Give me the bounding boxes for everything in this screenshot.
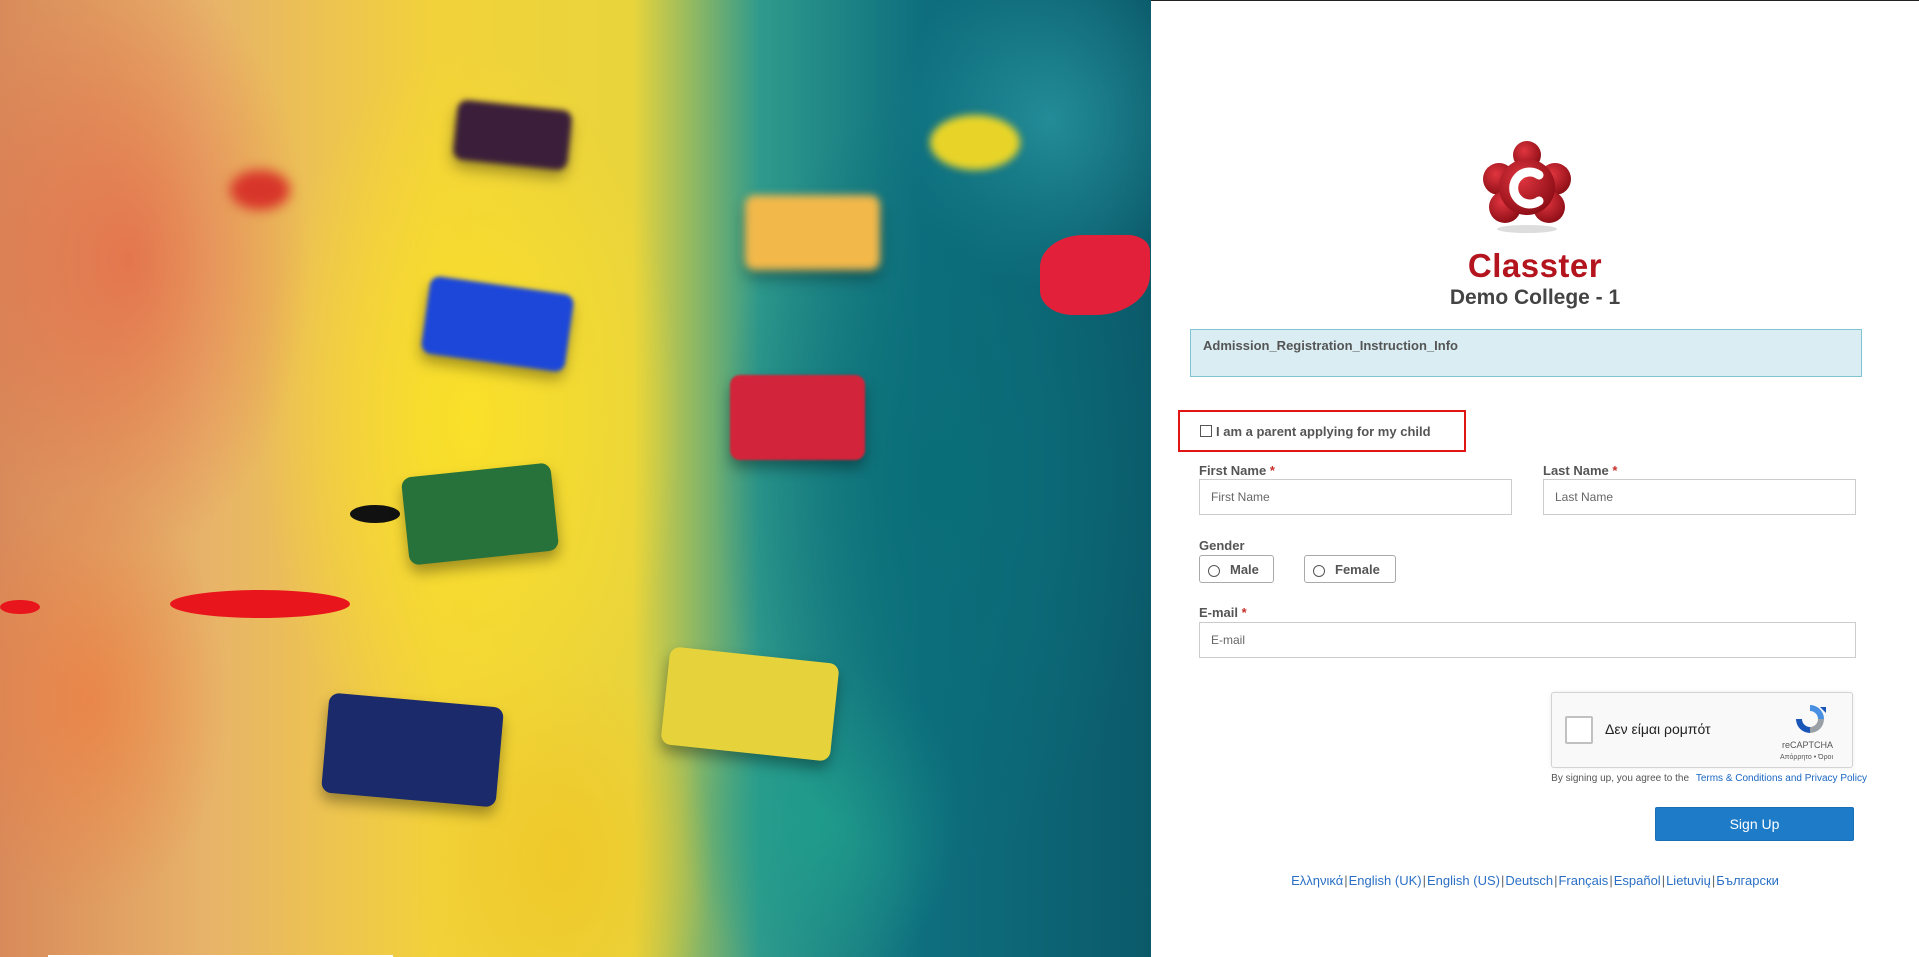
yellow-crayon xyxy=(660,646,840,762)
recaptcha-label: Δεν είμαι ρομπότ xyxy=(1605,721,1711,737)
parent-checkbox-box[interactable] xyxy=(1200,425,1212,437)
radio-male[interactable] xyxy=(1208,564,1220,577)
lang-link-lithuanian[interactable]: Lietuvių xyxy=(1666,873,1711,888)
gender-label: Gender xyxy=(1199,538,1245,553)
language-selector: Ελληνικά|English (UK)|English (US)|Deuts… xyxy=(1151,873,1919,888)
orange-crayon xyxy=(745,195,880,270)
green-crayon xyxy=(400,462,560,566)
lang-separator: | xyxy=(1554,873,1558,888)
last-name-label-text: Last Name xyxy=(1543,463,1609,478)
classter-logo-icon xyxy=(1483,141,1571,233)
email-label: E-mail * xyxy=(1199,605,1247,620)
paint-splat xyxy=(930,115,1020,170)
required-marker: * xyxy=(1612,463,1618,478)
lang-separator: | xyxy=(1711,873,1716,888)
brand-name: Classter xyxy=(1467,247,1603,284)
paint-splat xyxy=(170,590,350,618)
paint-splat xyxy=(0,600,40,614)
sign-up-button[interactable]: Sign Up xyxy=(1655,807,1854,841)
required-marker: * xyxy=(1241,605,1247,620)
paint-splat xyxy=(350,505,400,523)
paint-splat xyxy=(230,170,290,210)
lang-separator: | xyxy=(1500,873,1505,888)
lang-link-spanish[interactable]: Español xyxy=(1614,873,1661,888)
first-name-label: First Name * xyxy=(1199,463,1275,478)
parent-checkbox-label: I am a parent applying for my child xyxy=(1216,423,1431,439)
purple-crayon xyxy=(452,99,573,171)
radio-female[interactable] xyxy=(1313,564,1325,577)
instruction-info-box: Admission_Registration_Instruction_Info xyxy=(1190,329,1862,377)
navy-crayon xyxy=(320,692,505,808)
instruction-info-text: Admission_Registration_Instruction_Info xyxy=(1203,338,1458,353)
lang-link-french[interactable]: Français xyxy=(1558,873,1608,888)
gender-female-option[interactable]: Female xyxy=(1304,555,1396,583)
recaptcha-logo-icon xyxy=(1796,705,1826,733)
terms-prefix: By signing up, you agree to the xyxy=(1551,773,1690,784)
parent-applying-checkbox[interactable]: I am a parent applying for my child xyxy=(1178,410,1466,452)
terms-link[interactable]: Terms & Conditions and Privacy Policy xyxy=(1696,773,1867,784)
terms-notice: By signing up, you agree to the Terms & … xyxy=(1551,773,1867,784)
recaptcha-widget: Δεν είμαι ρομπότ reCAPTCHA Απόρρητο • Όρ… xyxy=(1551,692,1853,768)
last-name-input[interactable] xyxy=(1543,479,1856,515)
lang-link-german[interactable]: Deutsch xyxy=(1505,873,1553,888)
gender-male-label: Male xyxy=(1230,561,1259,577)
paint-splat xyxy=(1040,235,1150,315)
required-marker: * xyxy=(1269,463,1275,478)
gender-female-label: Female xyxy=(1335,561,1380,577)
lang-link-bulgarian[interactable]: Български xyxy=(1716,873,1779,888)
lang-separator: | xyxy=(1422,873,1426,888)
last-name-label: Last Name * xyxy=(1543,463,1617,478)
college-name: Demo College - 1 xyxy=(1449,286,1621,309)
gender-male-option[interactable]: Male xyxy=(1199,555,1274,583)
lang-separator: | xyxy=(1609,873,1613,888)
recaptcha-checkbox[interactable] xyxy=(1565,716,1593,744)
red-crayon xyxy=(730,375,865,460)
lang-link-greek[interactable]: Ελληνικά xyxy=(1291,873,1343,888)
lang-separator: | xyxy=(1661,873,1666,888)
recaptcha-brand: reCAPTCHA xyxy=(1782,740,1834,750)
background-artwork xyxy=(0,0,1151,957)
classter-logo xyxy=(1477,135,1577,235)
email-label-text: E-mail xyxy=(1199,605,1239,620)
email-input[interactable] xyxy=(1199,622,1856,658)
recaptcha-terms-link[interactable]: Απόρρητο • Όροι xyxy=(1780,754,1833,761)
lang-separator: | xyxy=(1344,873,1348,888)
lang-link-english-uk[interactable]: English (UK) xyxy=(1349,873,1422,888)
first-name-input[interactable] xyxy=(1199,479,1512,515)
registration-panel: Classter Demo College - 1 Admission_Regi… xyxy=(1151,0,1919,957)
first-name-label-text: First Name xyxy=(1199,463,1267,478)
blue-crayon xyxy=(420,275,575,373)
lang-link-english-us[interactable]: English (US) xyxy=(1427,873,1500,888)
